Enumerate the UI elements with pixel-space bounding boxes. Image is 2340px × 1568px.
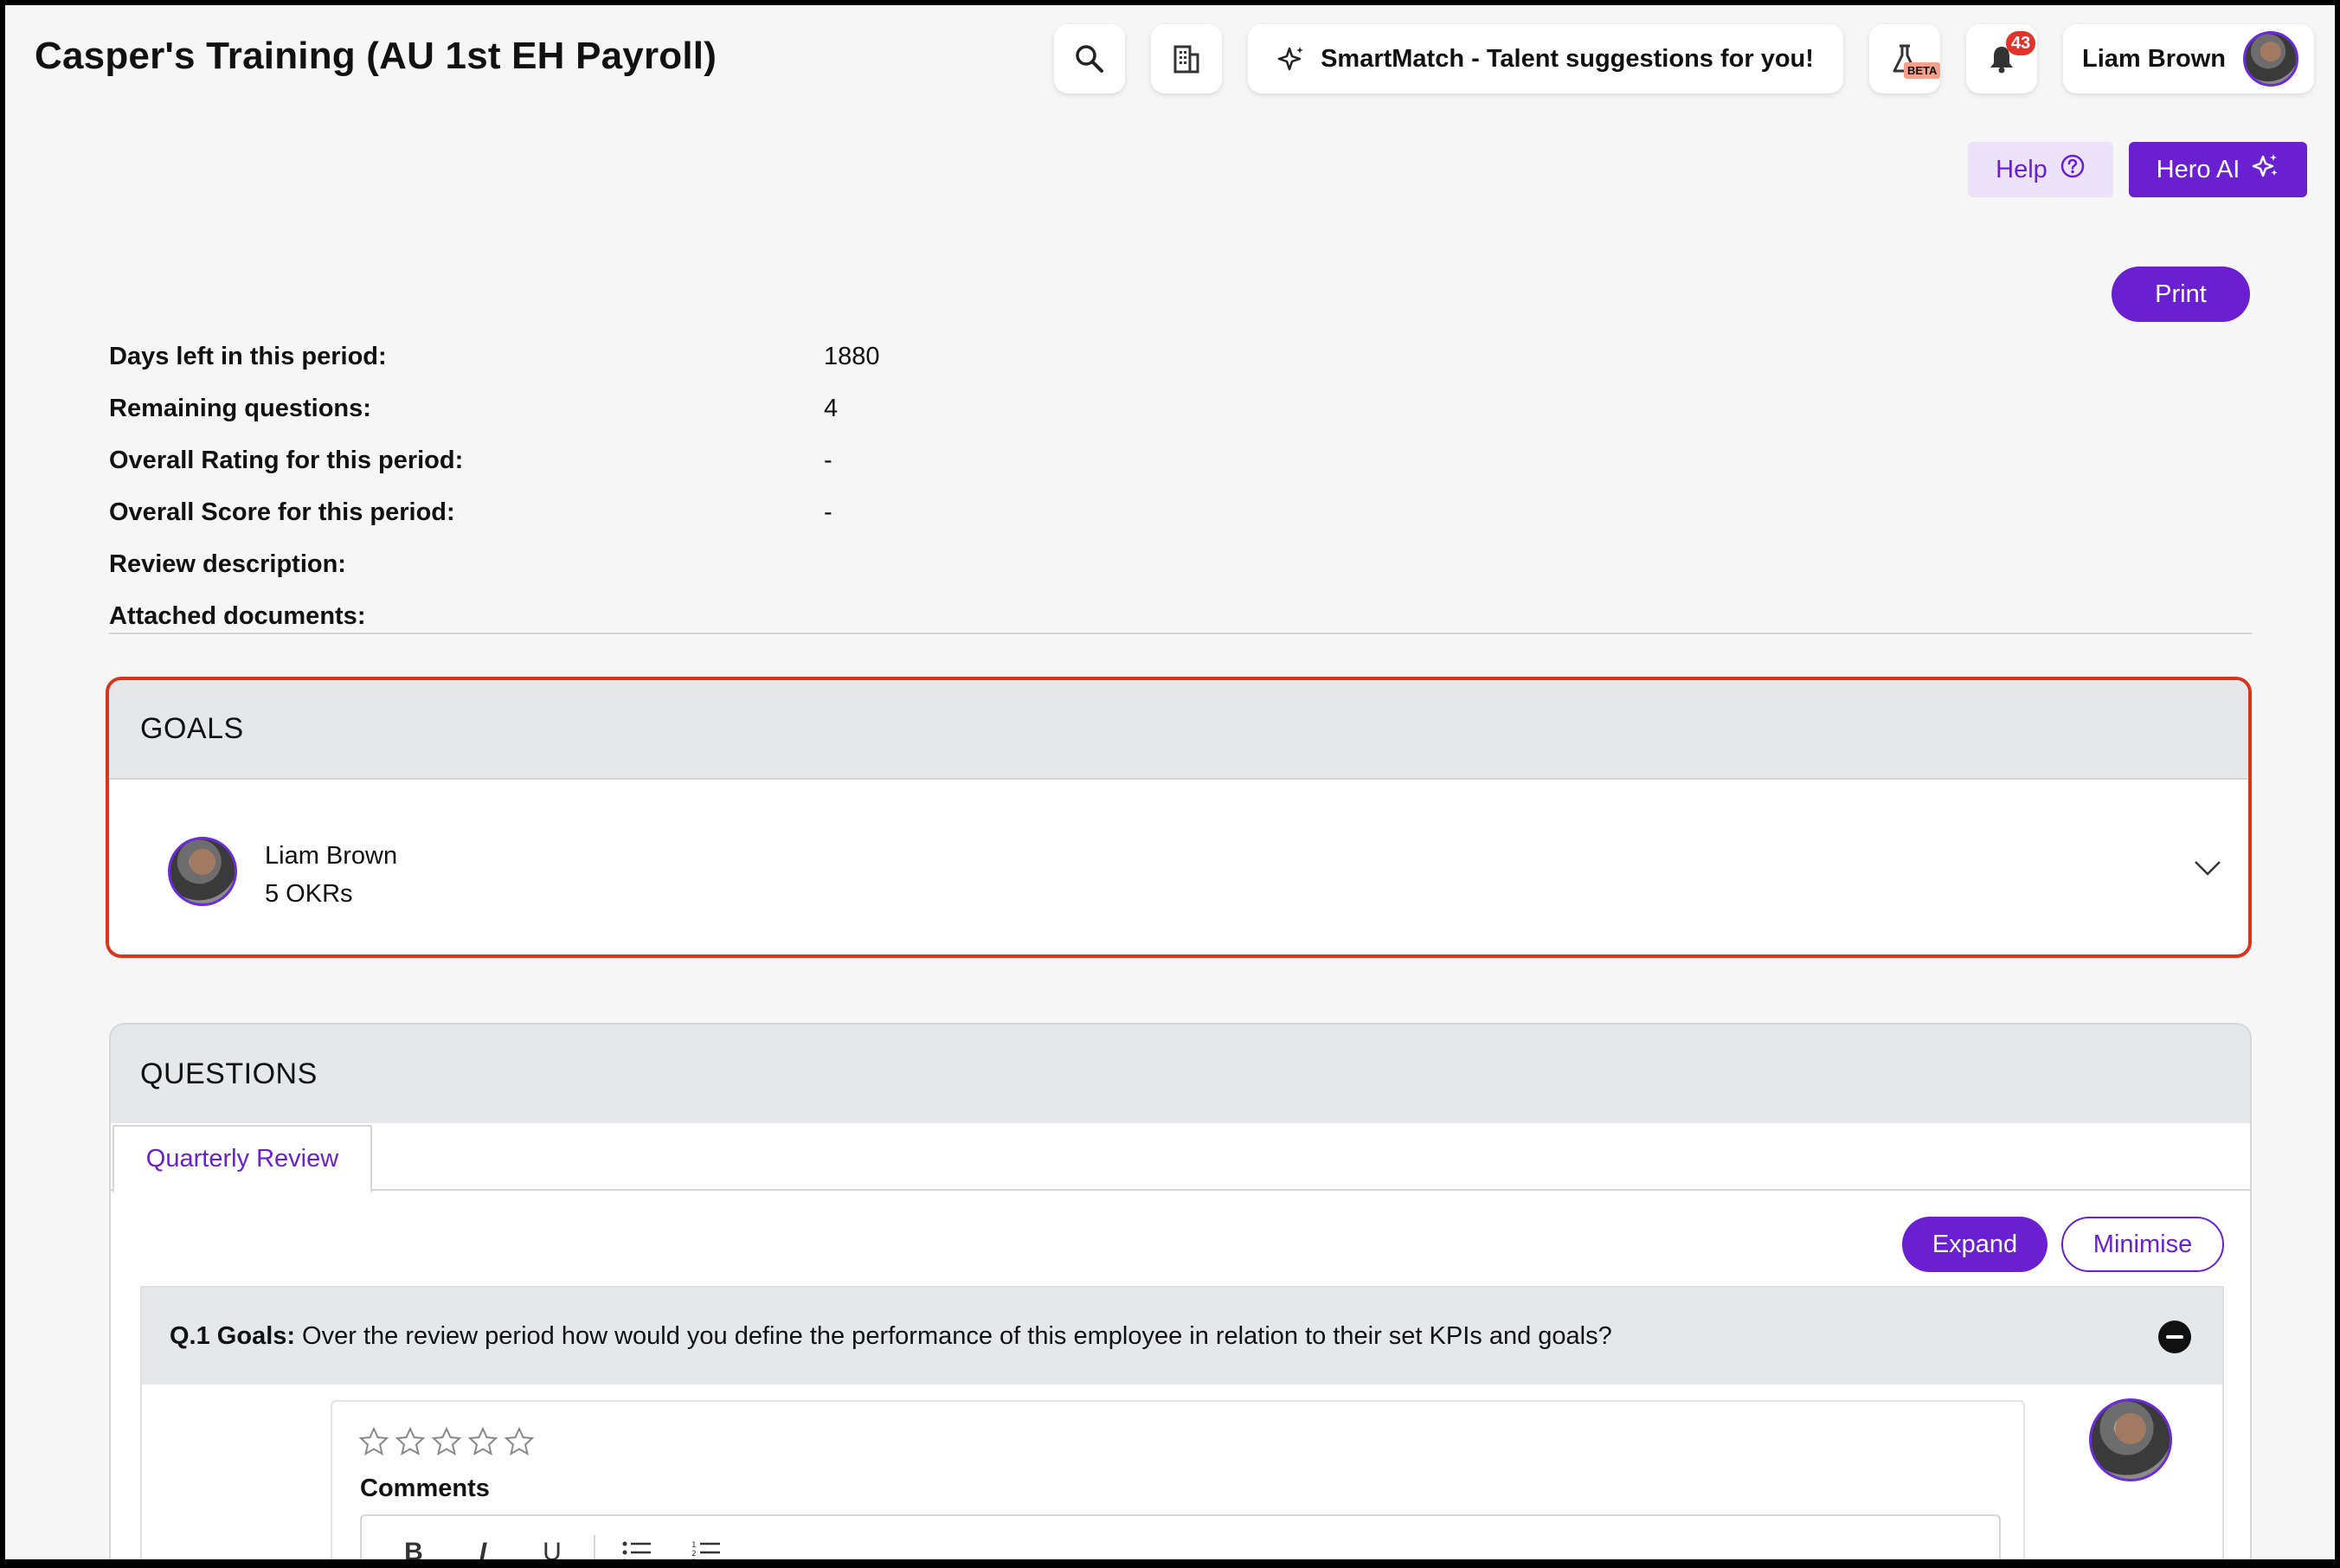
star-icon[interactable] [467,1426,498,1457]
avatar [168,837,237,906]
star-icon[interactable] [504,1426,535,1457]
info-label: Days left in this period: [109,342,387,370]
beta-features-button[interactable]: BETA [1869,24,1941,93]
italic-button[interactable]: I [448,1533,518,1559]
expand-button[interactable]: Expand [1902,1217,2048,1272]
notifications-button[interactable]: 43 [1966,24,2037,93]
goals-heading: GOALS [109,680,2248,780]
question-tabs: Quarterly Review [111,1123,2250,1192]
avatar [2089,1398,2172,1481]
svg-text:2: 2 [691,1550,697,1558]
company-button[interactable] [1151,24,1222,93]
info-row-overall-rating: Overall Rating for this period: - [109,434,2252,486]
info-label: Review description: [109,549,346,578]
info-row-days-left: Days left in this period: 1880 [109,331,2252,382]
question-prefix: Q.1 Goals: [170,1321,296,1350]
questions-card: QUESTIONS Quarterly Review Expand Minimi… [109,1023,2252,1565]
info-value: 1880 [824,342,880,370]
minimise-button[interactable]: Minimise [2061,1217,2224,1272]
info-value: - [824,446,832,474]
info-value: 4 [824,394,839,422]
search-button[interactable] [1054,24,1125,93]
goal-okr-count: 5 OKRs [265,880,353,908]
question-panel: Q.1 Goals: Over the review period how wo… [140,1286,2224,1565]
toolbar-divider [594,1535,595,1559]
questions-heading: QUESTIONS [111,1025,2250,1123]
numbered-list-icon: 123 [691,1541,720,1565]
comments-editor[interactable]: B I U 123 [360,1514,2001,1565]
answer-box: Comments B I U 123 [331,1400,2025,1565]
divider [109,633,2252,634]
star-icon[interactable] [431,1426,462,1457]
svg-text:1: 1 [691,1541,697,1550]
info-value: - [824,498,832,526]
page-title: Casper's Training (AU 1st EH Payroll) [35,35,717,77]
goal-owner-row[interactable]: Liam Brown 5 OKRs [109,780,2248,954]
user-menu-button[interactable]: Liam Brown [2063,24,2314,93]
goals-card: GOALS Liam Brown 5 OKRs [106,677,2252,958]
info-label: Overall Score for this period: [109,498,455,526]
hero-ai-label: Hero AI [2156,155,2240,183]
hero-ai-button[interactable]: Hero AI [2129,142,2307,197]
goal-owner-name: Liam Brown [265,842,398,870]
sparkle-icon [2252,152,2279,187]
bullet-list-icon [622,1541,651,1559]
question-header[interactable]: Q.1 Goals: Over the review period how wo… [142,1288,2222,1385]
editor-toolbar: B I U 123 [379,1533,741,1565]
review-summary: Days left in this period: 1880 Remaining… [109,331,2252,642]
chevron-down-icon[interactable] [2193,859,2222,881]
info-row-remaining-questions: Remaining questions: 4 [109,382,2252,434]
info-label: Attached documents: [109,601,366,630]
app-window: Casper's Training (AU 1st EH Payroll) Sm… [0,0,2340,1568]
smartmatch-label: SmartMatch - Talent suggestions for you! [1321,44,1814,73]
star-icon[interactable] [358,1426,389,1457]
sparkle-icon [1277,45,1305,73]
smartmatch-button[interactable]: SmartMatch - Talent suggestions for you! [1248,24,1843,93]
building-icon [1173,44,1200,74]
search-icon [1074,43,1105,74]
help-label: Help [1996,155,2048,183]
avatar [2242,31,2298,87]
star-icon[interactable] [395,1426,426,1457]
question-circle-icon [2060,153,2086,186]
tab-quarterly-review[interactable]: Quarterly Review [112,1125,372,1192]
question-text: Over the review period how would you def… [302,1321,1612,1350]
help-button[interactable]: Help [1968,142,2113,197]
collapse-icon[interactable] [2158,1321,2191,1353]
info-row-attached-documents: Attached documents: [109,590,2252,642]
info-row-review-description: Review description: [109,538,2252,590]
comments-label: Comments [360,1475,490,1502]
bullet-list-button[interactable] [602,1533,672,1559]
svg-text:3: 3 [691,1558,697,1565]
print-button[interactable]: Print [2112,267,2250,322]
user-name: Liam Brown [2082,44,2226,73]
star-rating[interactable] [358,1426,535,1457]
notification-count-badge: 43 [2006,31,2036,55]
info-label: Overall Rating for this period: [109,446,464,474]
underline-button[interactable]: U [518,1533,587,1559]
info-row-overall-score: Overall Score for this period: - [109,486,2252,538]
numbered-list-button[interactable]: 123 [672,1533,741,1565]
bold-button[interactable]: B [379,1533,448,1559]
beta-badge: BETA [1904,62,1941,79]
info-label: Remaining questions: [109,394,371,422]
